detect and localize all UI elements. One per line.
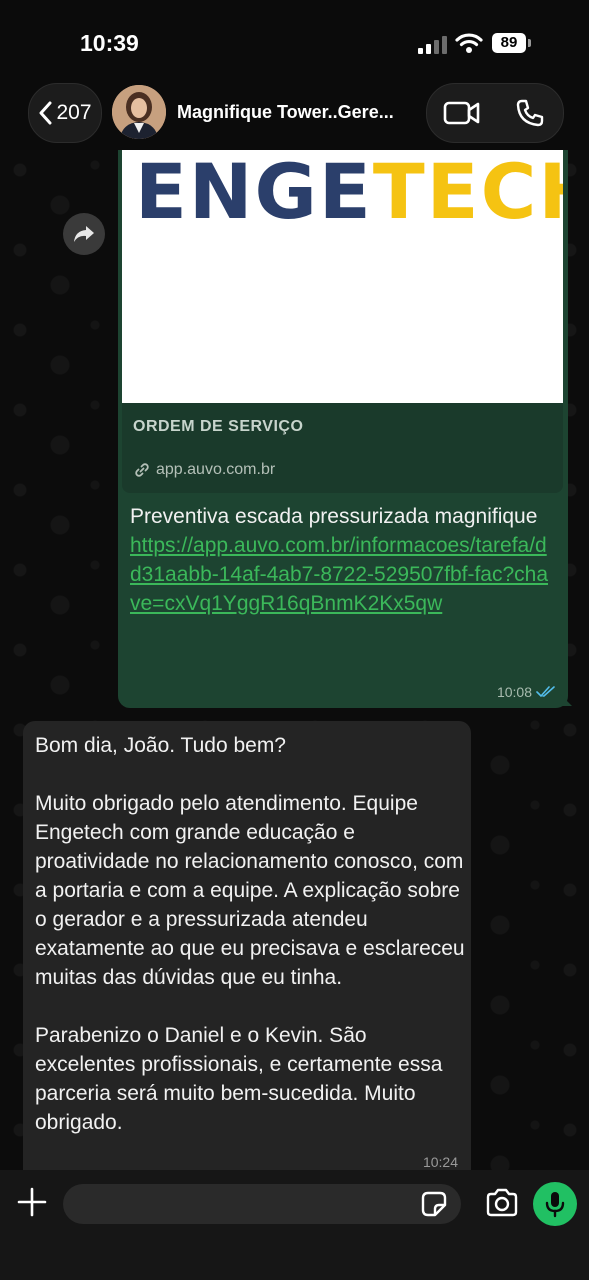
incoming-message-text: Bom dia, João. Tudo bem? Muito obrigado … bbox=[35, 731, 465, 1137]
message-time: 10:08 bbox=[496, 684, 532, 700]
read-receipt-icon bbox=[536, 686, 555, 698]
preview-image: ENGETECH bbox=[122, 150, 563, 403]
plus-icon[interactable] bbox=[16, 1186, 48, 1218]
link-preview[interactable]: ENGETECH ORDEM DE SERVIÇO app.auvo.com.b… bbox=[122, 150, 563, 493]
message-text: Preventiva escada pressurizada magnifiqu… bbox=[130, 502, 555, 618]
preview-domain: app.auvo.com.br bbox=[156, 461, 276, 478]
wifi-icon bbox=[455, 33, 483, 53]
video-call-icon[interactable] bbox=[443, 98, 481, 128]
preview-title: ORDEM DE SERVIÇO bbox=[133, 418, 304, 435]
status-time: 10:39 bbox=[80, 30, 139, 56]
incoming-message[interactable]: Bom dia, João. Tudo bem? Muito obrigado … bbox=[23, 721, 471, 1176]
chat-header: 207 Magnifique Tower..Gere... bbox=[0, 80, 589, 150]
engetech-logo: ENGETECH bbox=[135, 150, 563, 236]
call-actions bbox=[426, 83, 564, 143]
composer-bar bbox=[0, 1170, 589, 1280]
forward-icon bbox=[74, 226, 94, 242]
sticker-icon[interactable] bbox=[420, 1190, 448, 1218]
incoming-paragraph: Parabenizo o Daniel e o Kevin. São excel… bbox=[35, 1024, 443, 1134]
avatar[interactable] bbox=[112, 85, 166, 139]
phone-icon[interactable] bbox=[515, 98, 545, 128]
link-icon bbox=[135, 463, 149, 477]
message-input[interactable] bbox=[63, 1184, 461, 1224]
chevron-left-icon bbox=[39, 101, 52, 125]
message-body: Preventiva escada pressurizada magnifiqu… bbox=[130, 505, 538, 528]
battery-indicator: 89 bbox=[492, 33, 526, 53]
battery-tip bbox=[528, 39, 531, 47]
back-button[interactable]: 207 bbox=[28, 83, 102, 143]
microphone-icon bbox=[545, 1192, 565, 1218]
chat-title[interactable]: Magnifique Tower..Gere... bbox=[177, 102, 394, 123]
unread-count: 207 bbox=[56, 101, 92, 124]
outgoing-message[interactable]: ENGETECH ORDEM DE SERVIÇO app.auvo.com.b… bbox=[118, 150, 568, 708]
signal-icon bbox=[418, 36, 448, 54]
bubble-tail bbox=[560, 694, 572, 706]
mic-button[interactable] bbox=[533, 1182, 577, 1226]
forward-button[interactable] bbox=[63, 213, 105, 255]
status-bar: 10:39 89 bbox=[0, 0, 589, 80]
incoming-message-time: 10:24 bbox=[422, 1154, 458, 1170]
camera-icon[interactable] bbox=[485, 1188, 519, 1218]
incoming-paragraph: Bom dia, João. Tudo bem? bbox=[35, 734, 286, 757]
message-link[interactable]: https://app.auvo.com.br/informacoes/tare… bbox=[130, 531, 555, 618]
incoming-paragraph: Muito obrigado pelo atendimento. Equipe … bbox=[35, 792, 465, 989]
